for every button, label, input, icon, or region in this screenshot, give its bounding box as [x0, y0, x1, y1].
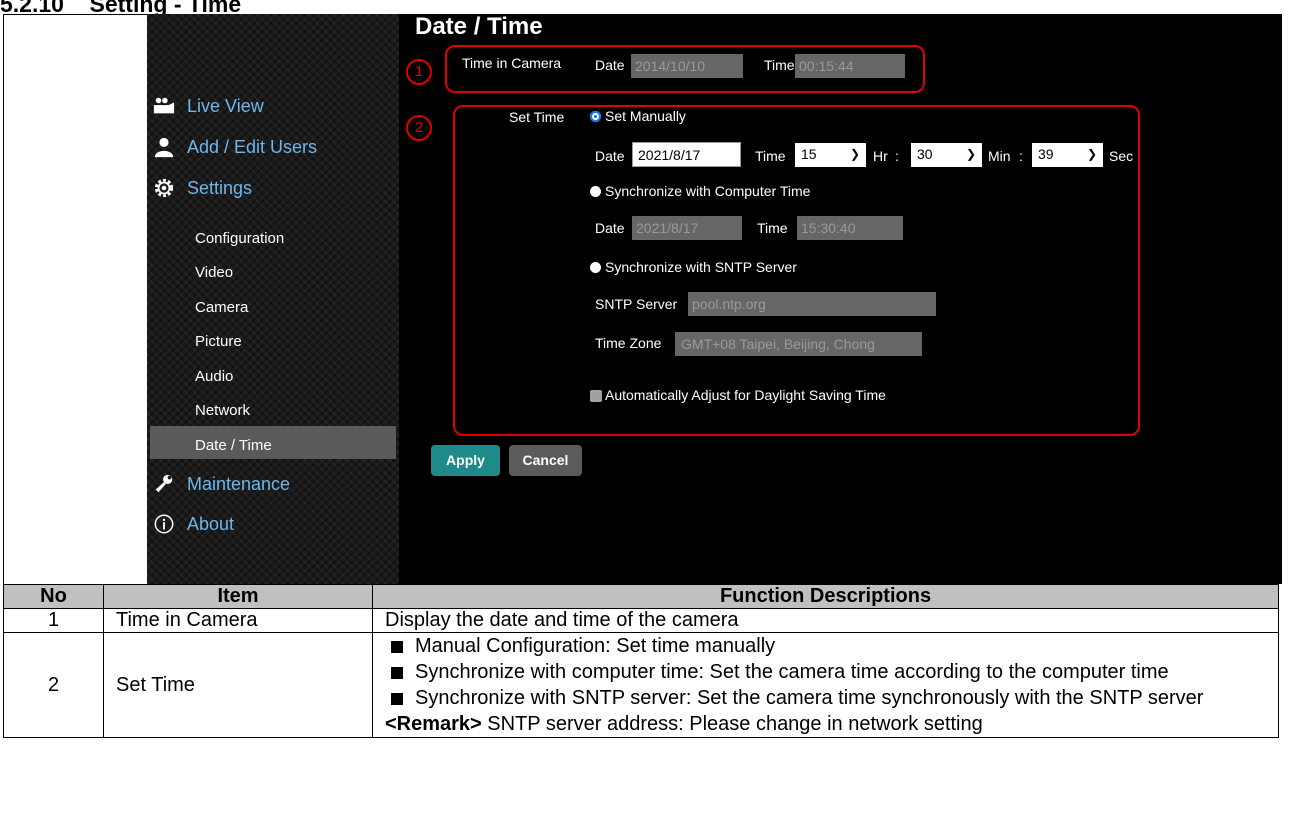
callout-1: 1	[406, 59, 432, 85]
nav-sub-configuration[interactable]: Configuration	[195, 230, 284, 247]
row-item: Set Time	[103, 632, 373, 738]
set-time-label: Set Time	[509, 109, 565, 125]
bullet-text: Manual Configuration: Set time manually	[415, 635, 776, 657]
nav-sub-video[interactable]: Video	[195, 264, 233, 281]
nav-label: About	[187, 513, 235, 534]
sync-sntp-radio[interactable]	[590, 262, 601, 273]
bullet-text: Synchronize with computer time: Set the …	[415, 661, 1169, 683]
callout-2: 2	[406, 115, 432, 141]
sync-sntp-label: Synchronize with SNTP Server	[605, 259, 797, 275]
computer-date-field: 2021/8/17	[632, 216, 742, 240]
manual-date-input[interactable]: 2021/8/17	[632, 142, 741, 167]
nav-about[interactable]: About	[153, 512, 234, 536]
chevron-down-icon: ❯	[849, 147, 860, 161]
apply-button[interactable]: Apply	[431, 445, 500, 476]
nav-label: Settings	[187, 177, 253, 198]
nav-sub-date-time[interactable]: Date / Time	[195, 437, 272, 454]
cancel-button[interactable]: Cancel	[509, 445, 582, 476]
row-item: Time in Camera	[103, 608, 373, 633]
computer-time-label: Time	[757, 220, 788, 236]
second-value: 39	[1038, 146, 1054, 162]
manual-time-label: Time	[755, 148, 786, 164]
nav-sub-audio[interactable]: Audio	[195, 368, 233, 385]
remark-label: <Remark>	[385, 713, 482, 735]
gear-icon	[154, 178, 174, 198]
dst-label: Automatically Adjust for Daylight Saving…	[605, 387, 886, 403]
min-label: Min	[988, 148, 1011, 164]
remark: <Remark> SNTP server address: Please cha…	[385, 711, 1266, 737]
nav-add-edit-users[interactable]: Add / Edit Users	[153, 135, 317, 159]
sync-computer-radio[interactable]	[590, 186, 601, 197]
nav-live-view[interactable]: Live View	[153, 94, 264, 118]
camera-date-field: 2014/10/10	[631, 54, 743, 78]
nav-settings[interactable]: Settings	[153, 176, 252, 200]
page-title: Date / Time	[415, 14, 543, 40]
nav-sub-picture[interactable]: Picture	[195, 333, 242, 350]
chevron-down-icon: ❯	[1086, 147, 1097, 161]
minute-value: 30	[917, 146, 933, 162]
info-icon	[154, 514, 174, 534]
bullet-text: Synchronize with SNTP server: Set the ca…	[415, 687, 1204, 709]
row-no: 1	[3, 608, 104, 633]
row-no: 2	[3, 632, 104, 738]
hr-label: Hr	[873, 148, 888, 164]
time-zone-value: GMT+08 Taipei, Beijing, Chong	[681, 336, 875, 352]
list-item: Synchronize with SNTP server: Set the ca…	[385, 685, 1266, 711]
sync-computer-label: Synchronize with Computer Time	[605, 183, 811, 199]
bullet-square-icon	[391, 667, 403, 679]
time-separator: :	[895, 148, 899, 164]
nav-label: Add / Edit Users	[187, 136, 318, 157]
remark-text: SNTP server address: Please change in ne…	[481, 713, 983, 735]
bullet-square-icon	[391, 641, 403, 653]
sntp-server-label: SNTP Server	[595, 296, 678, 312]
header-item: Item	[103, 584, 373, 609]
camera-time-label: Time	[764, 57, 795, 73]
time-in-camera-label: Time in Camera	[462, 55, 562, 71]
set-manually-radio[interactable]	[590, 111, 601, 122]
camera-time-field: 00:15:44	[795, 54, 905, 78]
table-row: 1 Time in Camera Display the date and ti…	[3, 608, 1279, 633]
time-zone-select: GMT+08 Taipei, Beijing, Chong	[675, 332, 922, 356]
live-view-icon	[153, 97, 175, 114]
sidebar: Live View Add / Edit Users Settings Conf…	[147, 14, 399, 584]
nav-label: Maintenance	[187, 473, 291, 494]
minute-select[interactable]: 30 ❯	[911, 143, 982, 167]
bullet-square-icon	[391, 693, 403, 705]
sec-label: Sec	[1109, 148, 1134, 164]
computer-time-field: 15:30:40	[797, 216, 903, 240]
second-select[interactable]: 39 ❯	[1032, 143, 1103, 167]
dst-checkbox[interactable]	[590, 390, 602, 402]
set-manually-label: Set Manually	[605, 108, 686, 124]
nav-label: Live View	[187, 95, 264, 116]
table-header-row: No Item Function Descriptions	[3, 584, 1279, 609]
time-separator: :	[1019, 148, 1023, 164]
hour-select[interactable]: 15 ❯	[795, 143, 866, 167]
camera-web-ui-screenshot: Live View Add / Edit Users Settings Conf…	[147, 14, 1282, 584]
function-table: No Item Function Descriptions 1 Time in …	[3, 584, 1279, 738]
wrench-icon	[155, 474, 173, 493]
chevron-down-icon: ❯	[965, 147, 976, 161]
list-item: Synchronize with computer time: Set the …	[385, 659, 1266, 685]
nav-active-highlight	[150, 426, 396, 459]
nav-sub-camera[interactable]: Camera	[195, 299, 248, 316]
list-item: Manual Configuration: Set time manually	[385, 633, 1266, 659]
nav-maintenance[interactable]: Maintenance	[153, 472, 290, 496]
table-row: 2 Set Time Manual Configuration: Set tim…	[3, 632, 1279, 738]
time-zone-label: Time Zone	[595, 335, 662, 351]
row-desc: Display the date and time of the camera	[372, 608, 1279, 633]
header-no: No	[3, 584, 104, 609]
bullet-list: Manual Configuration: Set time manually …	[385, 633, 1266, 711]
row-desc: Manual Configuration: Set time manually …	[372, 632, 1279, 738]
manual-date-label: Date	[595, 148, 625, 164]
nav-sub-network[interactable]: Network	[195, 402, 250, 419]
hour-value: 15	[801, 146, 817, 162]
camera-date-label: Date	[595, 57, 625, 73]
computer-date-label: Date	[595, 220, 625, 236]
header-function: Function Descriptions	[372, 584, 1279, 609]
user-icon	[154, 137, 174, 158]
sntp-server-field: pool.ntp.org	[688, 292, 936, 316]
